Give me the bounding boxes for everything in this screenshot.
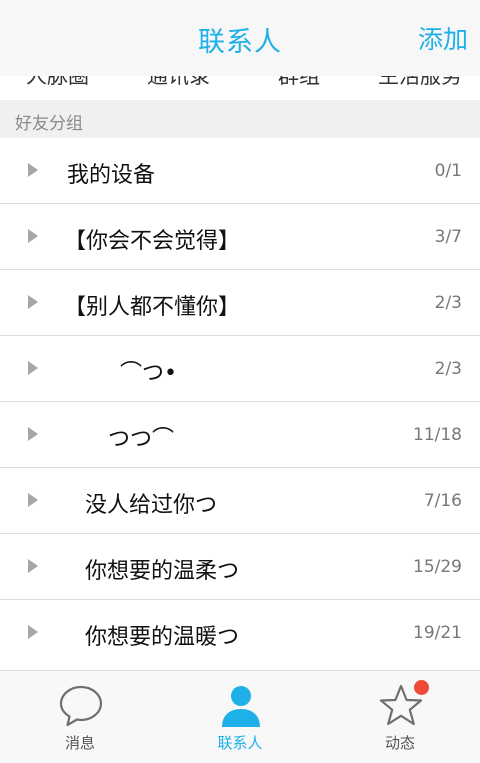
group-count: 3/7 bbox=[434, 227, 462, 247]
bottom-tab-bar: 消息 联系人 动态 bbox=[0, 670, 480, 763]
group-count: 2/3 bbox=[434, 359, 462, 379]
group-row[interactable]: 没人给过你つ 7/16 bbox=[0, 468, 480, 534]
group-name: 【你会不会觉得】 bbox=[64, 229, 241, 254]
group-count: 15/29 bbox=[413, 557, 462, 577]
notification-badge bbox=[414, 680, 429, 695]
expand-arrow-icon bbox=[28, 427, 38, 441]
group-row[interactable]: 你想要的温柔つ 15/29 bbox=[0, 534, 480, 600]
add-button[interactable]: 添加 bbox=[418, 20, 468, 56]
page-title: 联系人 bbox=[198, 27, 282, 58]
group-count: 11/18 bbox=[413, 425, 462, 445]
chat-bubble-icon bbox=[59, 685, 103, 727]
group-row[interactable]: 我的设备 0/1 bbox=[0, 138, 480, 204]
expand-arrow-icon bbox=[28, 295, 38, 309]
expand-arrow-icon bbox=[28, 361, 38, 375]
tab-label: 联系人 bbox=[217, 734, 263, 752]
group-name: 我的设备 bbox=[67, 163, 156, 188]
expand-arrow-icon bbox=[28, 625, 38, 639]
group-name: 【别人都不懂你】 bbox=[64, 295, 241, 320]
group-row[interactable]: 【别人都不懂你】 2/3 bbox=[0, 270, 480, 336]
group-row[interactable]: 【你会不会觉得】 3/7 bbox=[0, 204, 480, 270]
group-name: 你想要的温柔つ bbox=[85, 559, 240, 584]
tab-label: 动态 bbox=[384, 734, 415, 752]
group-name: ⌒つ• bbox=[120, 361, 177, 386]
expand-arrow-icon bbox=[28, 229, 38, 243]
tab-messages[interactable]: 消息 bbox=[0, 671, 160, 763]
section-label: 好友分组 bbox=[15, 114, 83, 134]
section-header: 好友分组 bbox=[0, 100, 480, 138]
group-row[interactable]: ⌒つ• 2/3 bbox=[0, 336, 480, 402]
group-count: 2/3 bbox=[434, 293, 462, 313]
group-row[interactable]: 你想要的温暖つ 19/21 bbox=[0, 600, 480, 665]
tab-feeds[interactable]: 动态 bbox=[320, 671, 480, 763]
group-name: つつ⌒ bbox=[108, 427, 175, 452]
group-count: 7/16 bbox=[423, 491, 462, 511]
group-list: 我的设备 0/1 【你会不会觉得】 3/7 【别人都不懂你】 2/3 ⌒つ• 2… bbox=[0, 138, 480, 665]
group-count: 19/21 bbox=[413, 623, 462, 643]
group-row[interactable]: つつ⌒ 11/18 bbox=[0, 402, 480, 468]
tab-label: 消息 bbox=[64, 734, 95, 752]
group-name: 没人给过你つ bbox=[85, 493, 218, 518]
group-name: 你想要的温暖つ bbox=[85, 625, 240, 650]
tab-contacts[interactable]: 联系人 bbox=[160, 671, 320, 763]
expand-arrow-icon bbox=[28, 493, 38, 507]
top-header: 联系人 添加 bbox=[0, 0, 480, 76]
expand-arrow-icon bbox=[28, 163, 38, 177]
group-count: 0/1 bbox=[434, 161, 462, 181]
expand-arrow-icon bbox=[28, 559, 38, 573]
person-icon bbox=[222, 686, 260, 727]
